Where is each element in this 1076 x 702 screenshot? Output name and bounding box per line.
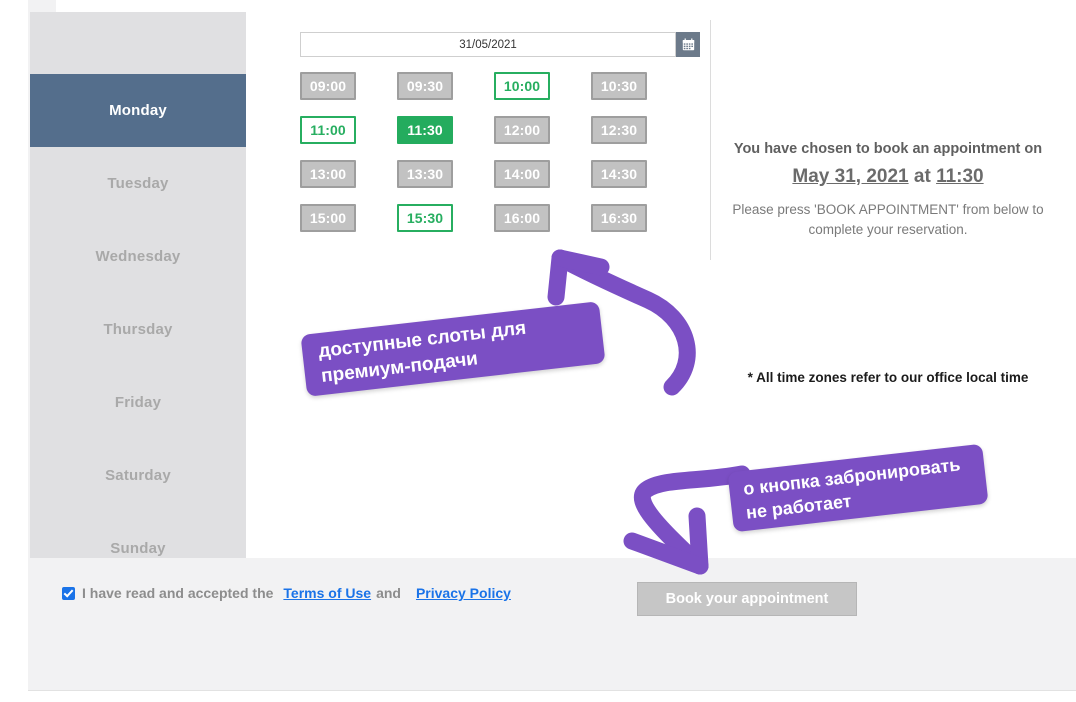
sidebar-item-label: Friday: [114, 394, 162, 411]
time-slot-grid: 09:00 09:30 10:00 10:30 11:00 11:30 12:0…: [300, 72, 700, 248]
time-slot: 14:00: [494, 160, 550, 188]
sidebar-item-tuesday[interactable]: Tuesday: [30, 147, 246, 220]
terms-acceptance-row: I have read and accepted the Terms of Us…: [62, 585, 511, 601]
date-input[interactable]: [300, 32, 676, 57]
time-slot: 15:00: [300, 204, 356, 232]
chosen-appointment-datetime: May 31, 2021 at 11:30: [718, 166, 1058, 188]
terms-prefix-label: I have read and accepted the: [82, 585, 274, 601]
sidebar-item-friday[interactable]: Friday: [30, 366, 246, 439]
sidebar-item-saturday[interactable]: Saturday: [30, 439, 246, 512]
time-slot: 14:30: [591, 160, 647, 188]
time-slot: 09:30: [397, 72, 453, 100]
terms-of-use-link[interactable]: Terms of Use: [283, 585, 371, 601]
chosen-appointment-text: You have chosen to book an appointment o…: [733, 141, 1043, 157]
press-book-note: Please press 'BOOK APPOINTMENT' from bel…: [732, 202, 1044, 237]
terms-conjunction: and: [376, 585, 401, 601]
time-slot: 09:00: [300, 72, 356, 100]
appointment-summary: You have chosen to book an appointment o…: [718, 140, 1058, 240]
sidebar-item-thursday[interactable]: Thursday: [30, 293, 246, 366]
sidebar-item-label: Saturday: [105, 467, 171, 484]
time-slot: 13:30: [397, 160, 453, 188]
time-slot: 12:00: [494, 116, 550, 144]
terms-checkbox[interactable]: [62, 586, 75, 600]
time-slot-selected[interactable]: 11:30: [397, 116, 453, 144]
book-appointment-button[interactable]: Book your appointment: [637, 582, 857, 616]
date-picker-row: [300, 32, 700, 57]
sidebar-item-monday[interactable]: Monday: [30, 74, 246, 147]
sidebar-item-label: Tuesday: [107, 175, 169, 192]
time-slot: 16:00: [494, 204, 550, 232]
privacy-policy-link[interactable]: Privacy Policy: [416, 585, 511, 601]
time-slot[interactable]: 15:30: [397, 204, 453, 232]
sidebar-item-label: Wednesday: [95, 248, 181, 265]
sidebar-top-spacer: [30, 12, 246, 74]
sidebar-item-label: Sunday: [110, 540, 166, 557]
time-slot: 16:30: [591, 204, 647, 232]
timezone-note: * All time zones refer to our office loc…: [747, 370, 1029, 385]
panel-divider: [710, 20, 711, 260]
sidebar-item-label: Monday: [109, 102, 167, 119]
time-slot[interactable]: 11:00: [300, 116, 356, 144]
weekday-sidebar: Monday Tuesday Wednesday Thursday Friday…: [30, 12, 246, 558]
sidebar-item-sunday[interactable]: Sunday: [30, 512, 246, 585]
time-slot[interactable]: 10:00: [494, 72, 550, 100]
chosen-time: 11:30: [936, 166, 984, 187]
appointment-booking-page: Monday Tuesday Wednesday Thursday Friday…: [0, 0, 1076, 702]
time-slot: 13:00: [300, 160, 356, 188]
sidebar-item-label: Thursday: [103, 321, 173, 338]
chosen-at-label: at: [913, 166, 931, 187]
chosen-date: May 31, 2021: [792, 166, 909, 187]
time-slots-panel: 09:00 09:30 10:00 10:30 11:00 11:30 12:0…: [262, 12, 710, 260]
sidebar-item-wednesday[interactable]: Wednesday: [30, 220, 246, 293]
calendar-icon[interactable]: [676, 32, 700, 57]
time-slot: 10:30: [591, 72, 647, 100]
time-slot: 12:30: [591, 116, 647, 144]
